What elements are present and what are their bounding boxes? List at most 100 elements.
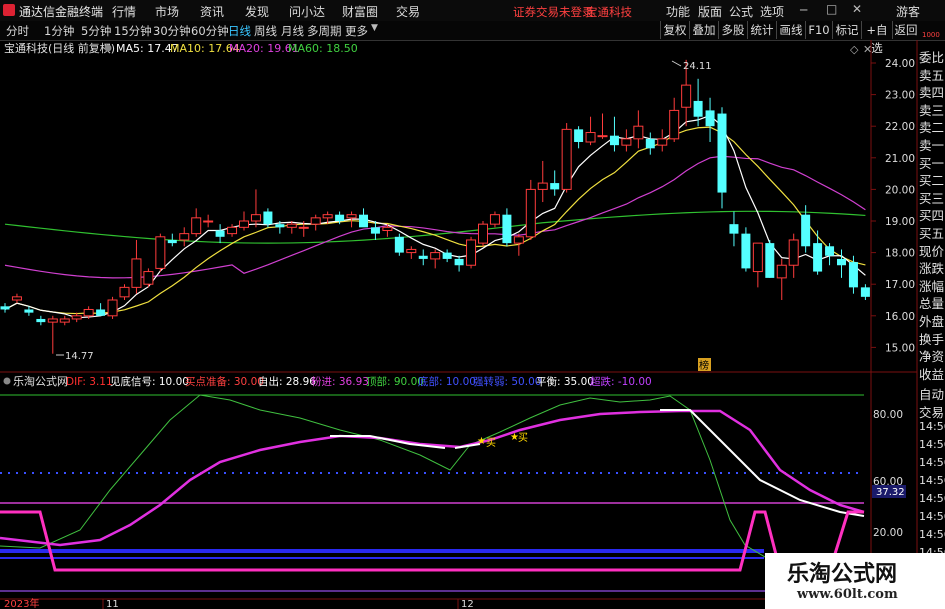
param-bottom-signal: 见底信号: 10.00 [110,375,189,388]
candle-body [633,125,644,140]
param-top: 顶部: 90.00 [366,375,424,388]
candle-body [359,214,368,228]
sidebar-item-11[interactable]: 现价 [919,241,944,260]
candle-body [275,224,285,228]
candle-body [752,242,763,273]
candle-body [239,220,249,228]
low-label: 14.77 [65,351,94,362]
candle-body [788,239,799,266]
trade-sidebar-item-5[interactable]: 14:56 [919,474,945,487]
sidebar-item-16[interactable]: 换手 [919,329,944,348]
param-buy-prep: 买点准备: 30.00 [185,375,264,388]
candle-body [203,220,214,223]
candle-body [585,132,596,143]
candle-body [537,182,548,190]
candle-body [825,246,835,256]
white-line-3 [660,409,865,517]
buy-star-icon: ★ [477,436,486,447]
sidebar-item-5[interactable]: 卖一 [919,135,944,154]
pane-options-icon[interactable]: ◇ [850,43,859,56]
trade-sidebar-item-6[interactable]: 14:56 [919,492,945,505]
pink-line [0,409,865,547]
param-pink-in: 粉进: 36.93 [311,375,369,388]
sidebar-item-0[interactable]: 委比 [919,47,944,66]
trade-sidebar-item-2[interactable]: 14:56 [919,420,945,433]
candle-body [59,318,70,323]
trade-sidebar-item-7[interactable]: 14:56 [919,510,945,523]
price-tick-label: 23.00 [885,90,915,102]
trade-sidebar-item-8[interactable]: 14:56 [919,528,945,541]
candle-body [466,239,477,266]
sidebar-item-2[interactable]: 卖四 [919,82,944,101]
param-balance: 平衡: 35.00 [536,376,594,388]
candle-body [298,226,309,229]
high-marker [671,60,682,67]
sidebar-item-18[interactable]: 收益 [919,364,944,383]
candle-body [801,214,811,247]
candle-body [179,233,190,241]
rank-badge-label[interactable]: 榜 [699,359,709,372]
xaxis-year: 2023年 [4,597,39,609]
sidebar-item-3[interactable]: 卖三 [919,100,944,119]
candle-body [729,224,739,234]
sidebar-item-13[interactable]: 涨幅 [919,276,944,295]
candle-body [478,223,488,244]
candle-body [621,138,632,146]
sidebar-item-4[interactable]: 卖二 [919,117,944,136]
candle-body [741,233,751,269]
candle-body [765,243,775,278]
trade-sidebar-item-3[interactable]: 14:56 [919,438,945,451]
candle-body [550,183,560,190]
signal-line [0,510,864,572]
sidebar-item-15[interactable]: 外盘 [919,311,944,330]
trade-sidebar-item-0[interactable]: 自动 [919,384,944,403]
candle-body [119,286,130,298]
sidebar-item-8[interactable]: 买三 [919,188,944,207]
candlesticks [0,59,870,354]
candle-body [310,217,321,225]
sidebar-item-7[interactable]: 买二 [919,170,944,189]
sidebar-item-12[interactable]: 涨跌 [919,258,944,277]
candle-body [489,214,500,225]
trade-sidebar-item-4[interactable]: 14:56 [919,456,945,469]
indicator-settings-icon[interactable] [3,377,11,385]
sidebar-item-6[interactable]: 买一 [919,153,944,172]
candle-body [335,214,345,221]
candle-body [848,262,858,288]
candle-body [322,214,333,219]
indicator-name: 乐淘公式网 [13,375,68,388]
candle-body [669,109,680,140]
candle-body [370,227,380,234]
candle-body [286,223,297,228]
sidebar-item-1[interactable]: 卖五 [919,65,944,84]
price-tick-label: 17.00 [885,279,915,291]
candle-body [717,113,727,193]
ind-tick-20: 20.00 [873,527,903,539]
xaxis-month-12: 12 [461,599,474,609]
settings-dot-icon[interactable] [104,44,112,52]
trade-sidebar-item-1[interactable]: 交易 [919,402,944,421]
sidebar-item-14[interactable]: 总量 [919,293,944,312]
watermark-title: 乐淘公式网 [787,562,898,587]
indicator-lines [0,394,865,572]
candle-body [525,188,536,238]
candle-body [657,138,668,146]
price-tick-label: 19.00 [885,216,915,228]
quote-sidebar: 委比 卖五 卖四 卖三 卖二 卖一 买一 买二 买三 买四 买五 现价 涨跌 涨幅 总量 外盘 换手 净资 收益 [917,40,945,382]
candle-body [406,248,417,254]
candle-body [394,236,404,253]
candle-body [131,258,142,288]
candle-body [96,309,106,316]
candle-body [24,309,34,313]
candle-body [250,214,261,222]
sidebar-item-10[interactable]: 买五 [919,223,944,242]
sidebar-item-17[interactable]: 净资 [919,346,944,365]
sidebar-item-9[interactable]: 买四 [919,205,944,224]
candle-body [837,258,846,266]
candle-body [502,214,512,244]
param-dif: DIF: 3.11 [66,376,113,388]
high-label: 24.11 [683,61,712,72]
candle-body [215,230,225,237]
candle-body [813,243,823,272]
pane-close-icon[interactable]: ✕ [863,43,872,56]
